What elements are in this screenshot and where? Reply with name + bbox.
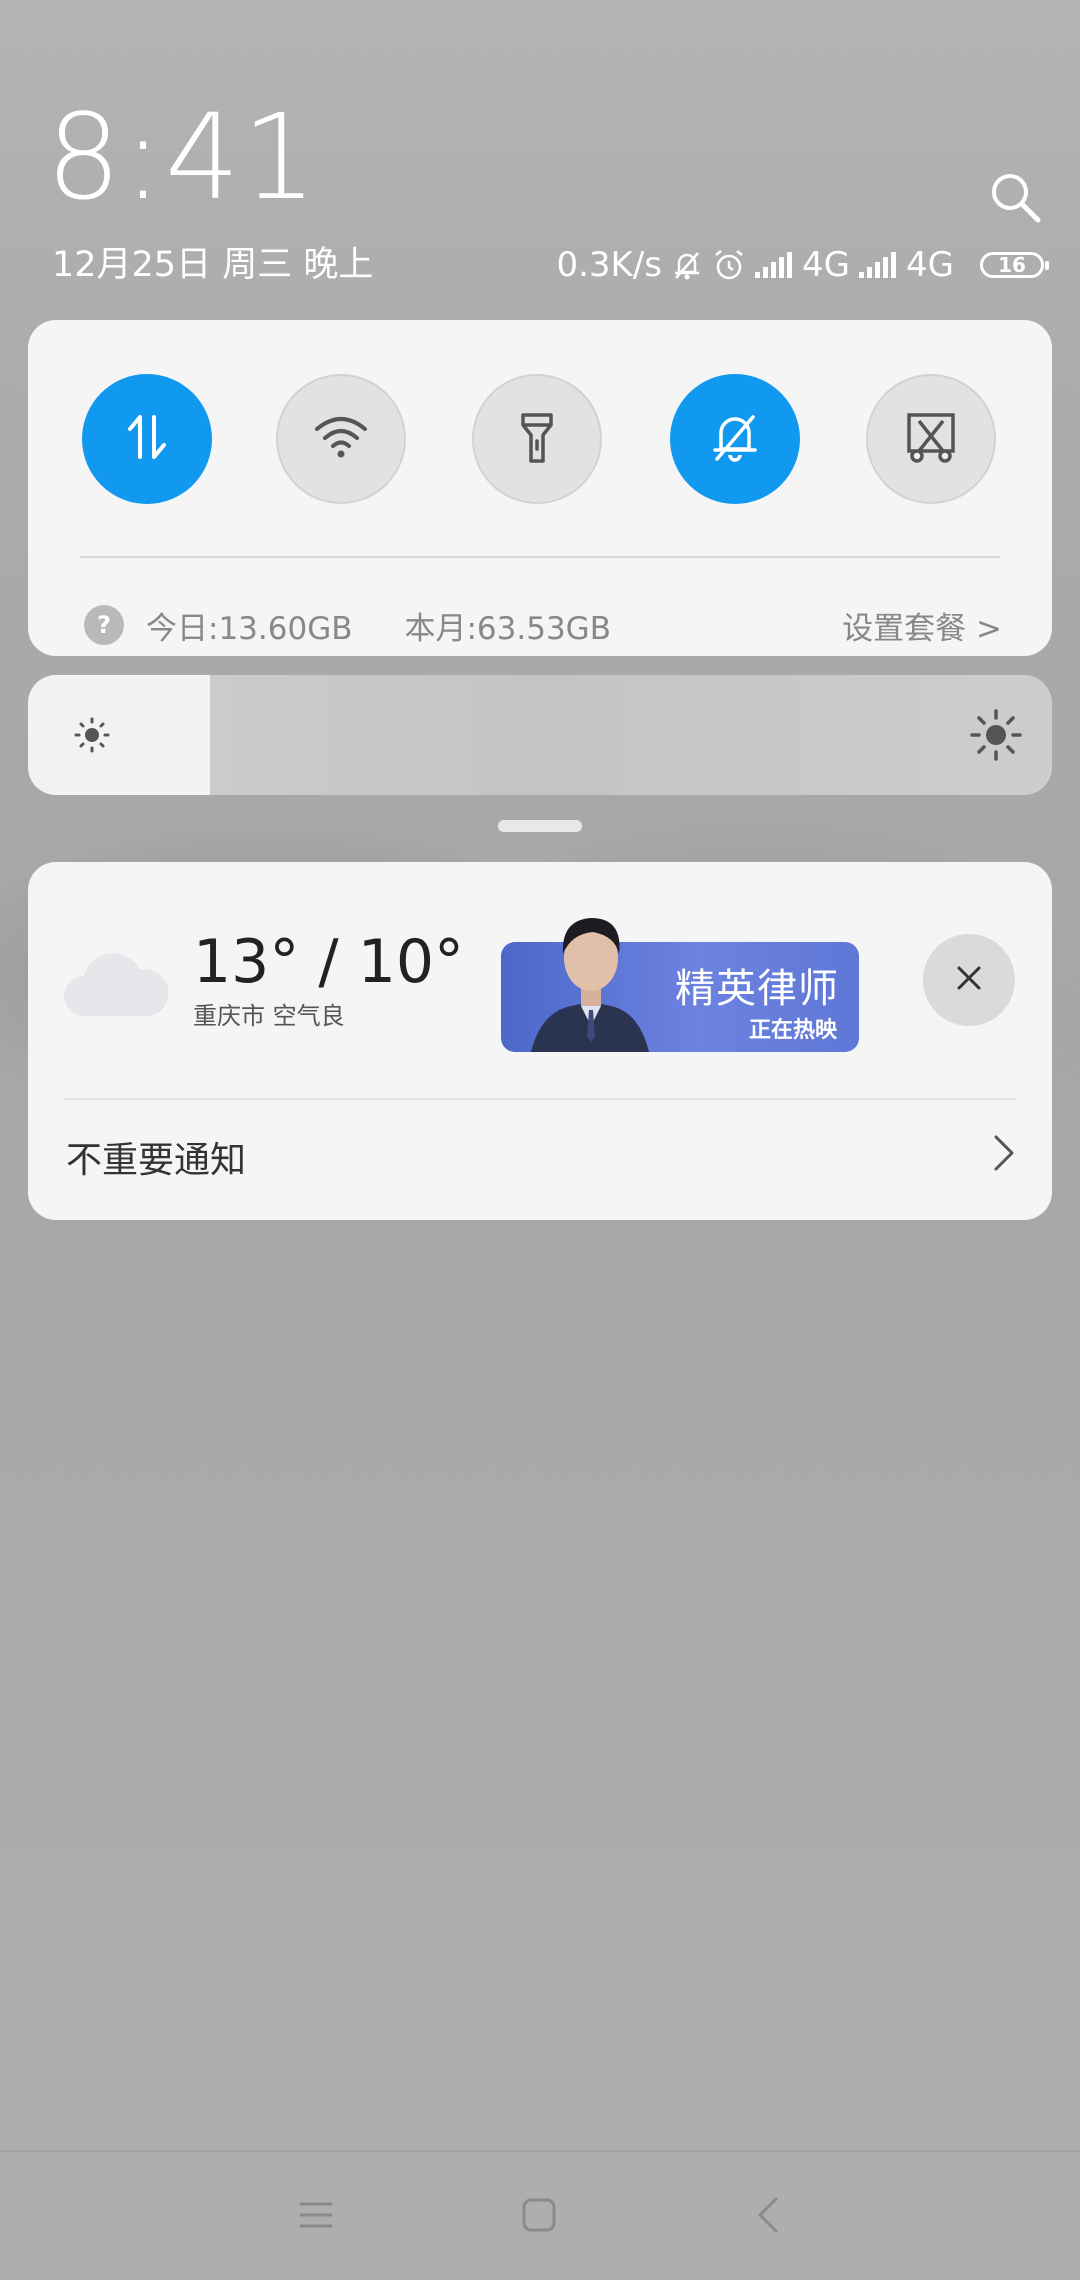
status-bar: 0.3K/s 4G 4G 16 — [556, 242, 1049, 288]
unimportant-label: 不重要通知 — [66, 1140, 247, 1181]
banner-subtitle: 正在热映 — [748, 1018, 837, 1043]
navigation-bar — [0, 2150, 1080, 2280]
signal-1-icon — [754, 250, 794, 280]
battery-indicator: 16 — [980, 252, 1049, 278]
signal-2-icon — [858, 250, 898, 280]
bell-off-icon — [707, 409, 763, 469]
data-transfer-icon — [122, 409, 172, 469]
actor-image — [531, 902, 651, 1056]
close-button[interactable] — [923, 934, 1015, 1026]
silent-mode-toggle[interactable] — [670, 374, 800, 504]
chevron-right-icon — [992, 1133, 1016, 1182]
screenshot-toggle[interactable] — [866, 374, 996, 504]
scissors-screenshot-icon — [903, 409, 959, 469]
brightness-slider[interactable] — [28, 675, 1052, 795]
quick-settings-panel: ? 今日:13.60GB 本月:63.53GB 设置套餐 > — [28, 320, 1052, 656]
silent-status-icon — [670, 248, 704, 282]
temperature: 13° / 10° — [193, 927, 465, 997]
set-plan-link[interactable]: 设置套餐 > — [842, 603, 1002, 648]
wifi-toggle[interactable] — [276, 374, 406, 504]
menu-icon — [298, 2200, 334, 2234]
mobile-data-toggle[interactable] — [82, 374, 212, 504]
close-icon — [955, 964, 983, 996]
wifi-icon — [313, 415, 369, 463]
back-button[interactable] — [743, 2192, 793, 2242]
notification-card: 13° / 10° 重庆市 空气良 精英律师 正在热映 不重要通知 — [28, 862, 1052, 1220]
brightness-fill — [28, 675, 210, 795]
home-button[interactable] — [514, 2192, 564, 2242]
home-square-icon — [521, 2197, 557, 2237]
alarm-icon — [712, 248, 746, 282]
drawer-handle[interactable] — [498, 820, 582, 832]
network-speed: 0.3K/s — [556, 245, 663, 285]
unimportant-notifications-row[interactable]: 不重要通知 — [66, 1102, 1016, 1212]
clock: 8:41 — [46, 88, 319, 226]
promo-banner[interactable]: 精英律师 正在热映 — [501, 918, 859, 1052]
back-chevron-icon — [756, 2195, 780, 2239]
brightness-high-icon — [966, 705, 1026, 769]
divider — [80, 556, 1000, 558]
search-icon[interactable] — [988, 170, 1042, 224]
network-1-label: 4G — [802, 245, 851, 285]
brightness-low-icon — [68, 711, 116, 763]
data-usage-row: ? 今日:13.60GB 本月:63.53GB 设置套餐 > — [84, 582, 1002, 668]
banner-title: 精英律师 — [675, 966, 839, 1012]
date-label: 12月25日 周三 晚上 — [52, 245, 374, 285]
flashlight-toggle[interactable] — [472, 374, 602, 504]
cloud-icon — [62, 942, 172, 1026]
recent-apps-button[interactable] — [291, 2192, 341, 2242]
flashlight-icon — [515, 409, 559, 469]
battery-level: 16 — [998, 253, 1026, 277]
network-2-label: 4G — [906, 245, 954, 285]
data-today: 今日:13.60GB — [146, 610, 353, 647]
help-icon[interactable]: ? — [84, 605, 124, 645]
data-month: 本月:63.53GB — [404, 610, 611, 647]
divider — [64, 1098, 1016, 1100]
location-air-quality: 重庆市 空气良 — [193, 1002, 345, 1030]
